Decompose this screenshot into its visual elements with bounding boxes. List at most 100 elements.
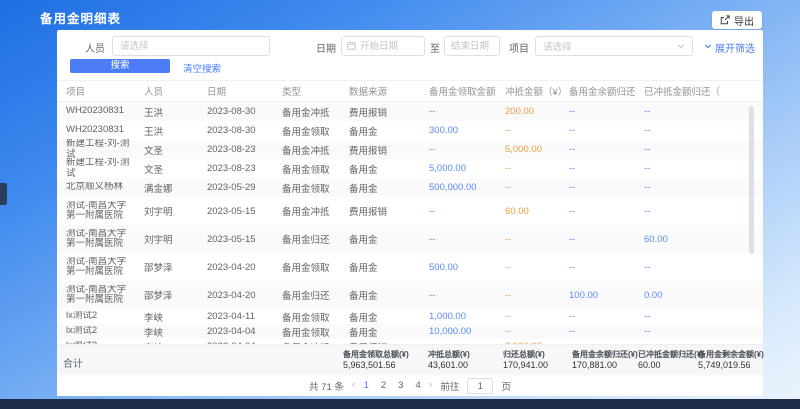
expand-filters-link[interactable]: 展开筛选 xyxy=(704,40,755,55)
person-filter-input[interactable] xyxy=(113,37,269,55)
summary-stat: 备用金余额归还(¥)170,881.00 xyxy=(572,349,638,371)
cell-date: 2023-04-11 xyxy=(203,311,278,322)
bottom-taskbar-strip xyxy=(0,399,800,409)
cell-received: 500.00 xyxy=(425,262,501,273)
search-button[interactable]: 搜索 xyxy=(70,59,170,73)
summary-row: 合计 备用金领取总额(¥)5,963,501.56冲抵总额(¥)43,601.0… xyxy=(57,344,763,375)
table-row[interactable]: lx测试2李峡2023-04-04备用金领取备用金10,000.00------ xyxy=(57,324,763,339)
date-end-field[interactable] xyxy=(444,36,500,56)
table-row[interactable]: 测试-南昌大学第一附属医院刘宇明2023-05-15备用金归还备用金------… xyxy=(57,225,763,253)
column-header: 日期 xyxy=(203,84,278,98)
next-page-icon[interactable]: › xyxy=(429,380,433,391)
expand-filters-label: 展开筛选 xyxy=(715,40,755,55)
export-icon xyxy=(720,15,730,25)
vertical-scrollbar[interactable] xyxy=(749,106,754,254)
chevron-down-icon xyxy=(704,42,712,53)
cell-offset: -- xyxy=(501,262,565,273)
page-number-2[interactable]: 2 xyxy=(381,380,386,391)
date-start-field[interactable] xyxy=(341,36,425,56)
cell-person: 邵梦泽 xyxy=(140,288,203,302)
cell-project: WH20230831 xyxy=(62,106,140,117)
page-number-4[interactable]: 4 xyxy=(415,380,420,391)
cell-received: -- xyxy=(425,290,501,301)
summary-stat-value: 43,601.00 xyxy=(428,360,470,371)
cell-person: 王洪 xyxy=(140,105,203,119)
cell-offset_return: -- xyxy=(640,163,720,174)
cell-person: 邵梦泽 xyxy=(140,260,203,274)
cell-source: 备用金 xyxy=(345,162,425,176)
cell-offset: -- xyxy=(501,311,565,322)
cell-person: 刘宇明 xyxy=(140,204,203,218)
column-header: 人员 xyxy=(140,84,203,98)
prev-page-icon[interactable]: ‹ xyxy=(352,380,356,391)
cell-date: 2023-05-15 xyxy=(203,206,278,217)
table-row[interactable]: lx测试2李峡2023-04-11备用金领取备用金1,000.00------ xyxy=(57,309,763,324)
person-filter-label: 人员 xyxy=(85,40,105,55)
cell-balance_return: -- xyxy=(565,206,640,217)
cell-offset_return: -- xyxy=(640,206,720,217)
table-row[interactable]: WH20230831王洪2023-08-30备用金领取备用金300.00----… xyxy=(57,121,763,140)
cell-offset: -- xyxy=(501,125,565,136)
clear-search-link[interactable]: 清空搜索 xyxy=(183,61,221,75)
column-header: 数据来源 xyxy=(345,84,425,98)
petty-cash-detail-panel: 人员 日期 至 项目 请选择 xyxy=(57,30,763,395)
cell-offset_return: -- xyxy=(640,326,720,337)
cell-offset_return: 0.00 xyxy=(640,290,720,301)
cell-offset: -- xyxy=(501,290,565,301)
cell-type: 备用金归还 xyxy=(278,288,345,302)
cell-received: -- xyxy=(425,144,501,155)
chevron-down-icon xyxy=(677,37,685,55)
cell-project: 新建工程-刘-测试 xyxy=(62,158,140,179)
cell-person: 李峡 xyxy=(140,310,203,324)
cell-person: 王洪 xyxy=(140,124,203,138)
table-row[interactable]: WH20230831王洪2023-08-30备用金冲抵费用报销--200.00-… xyxy=(57,102,763,121)
table-row[interactable]: 测试-南昌大学第一附属医院邵梦泽2023-04-20备用金归还备用金----10… xyxy=(57,281,763,309)
summary-stat: 备用金领取总额(¥)5,963,501.56 xyxy=(343,349,409,371)
page-number-1[interactable]: 1 xyxy=(364,380,369,391)
cell-project: 测试-南昌大学第一附属医院 xyxy=(62,229,140,250)
summary-stat-label: 备用金余额归还(¥) xyxy=(572,349,638,360)
table-row[interactable]: 测试-南昌大学第一附属医院邵梦泽2023-04-20备用金领取备用金500.00… xyxy=(57,253,763,281)
cell-person: 文圣 xyxy=(140,143,203,157)
date-end-input[interactable] xyxy=(451,37,493,55)
table-row[interactable]: 新建工程-刘-测试文圣2023-08-23备用金领取备用金5,000.00---… xyxy=(57,159,763,178)
column-header: 备用金余额归还（¥） xyxy=(565,84,640,98)
summary-stat-value: 60.00 xyxy=(638,360,704,371)
page-number-3[interactable]: 3 xyxy=(398,380,403,391)
cell-type: 备用金领取 xyxy=(278,181,345,195)
person-filter-field[interactable] xyxy=(112,36,270,56)
cell-offset_return: -- xyxy=(640,182,720,193)
cell-type: 备用金归还 xyxy=(278,232,345,246)
table-row[interactable]: 测试-南昌大学第一附属医院刘宇明2023-05-15备用金冲抵费用报销--60.… xyxy=(57,197,763,225)
side-drawer-handle[interactable] xyxy=(0,183,7,205)
table-row[interactable]: 北京顺义杨林满金娜2023-05-29备用金领取备用金500,000.00---… xyxy=(57,178,763,197)
column-header: 类型 xyxy=(278,84,345,98)
cell-received: -- xyxy=(425,106,501,117)
cell-type: 备用金领取 xyxy=(278,124,345,138)
cell-balance_return: -- xyxy=(565,326,640,337)
cell-offset: -- xyxy=(501,163,565,174)
summary-stat-value: 170,881.00 xyxy=(572,360,638,371)
cell-balance_return: -- xyxy=(565,234,640,245)
export-button[interactable]: 导出 xyxy=(712,11,762,29)
goto-page-input[interactable] xyxy=(467,378,493,394)
cell-balance_return: -- xyxy=(565,125,640,136)
filter-section: 人员 日期 至 项目 请选择 xyxy=(57,30,763,81)
cell-date: 2023-08-23 xyxy=(203,144,278,155)
cell-offset: 60.00 xyxy=(501,206,565,217)
table-body: WH20230831王洪2023-08-30备用金冲抵费用报销--200.00-… xyxy=(57,102,763,344)
date-start-input[interactable] xyxy=(360,37,419,55)
cell-type: 备用金领取 xyxy=(278,162,345,176)
summary-stat-label: 备用金领取总额(¥) xyxy=(343,349,409,360)
cell-date: 2023-04-20 xyxy=(203,290,278,301)
table-row[interactable]: 新建工程-刘-测试文圣2023-08-23备用金冲抵费用报销--5,000.00… xyxy=(57,140,763,159)
cell-project: 测试-南昌大学第一附属医院 xyxy=(62,257,140,278)
summary-stat: 冲抵总额(¥)43,601.00 xyxy=(428,349,470,371)
export-button-label: 导出 xyxy=(734,13,754,28)
cell-type: 备用金冲抵 xyxy=(278,143,345,157)
cell-balance_return: 100.00 xyxy=(565,290,640,301)
project-filter-select[interactable]: 请选择 xyxy=(535,36,693,56)
cell-received: 10,000.00 xyxy=(425,326,501,337)
cell-offset_return: 60.00 xyxy=(640,234,720,245)
cell-offset: 200.00 xyxy=(501,106,565,117)
